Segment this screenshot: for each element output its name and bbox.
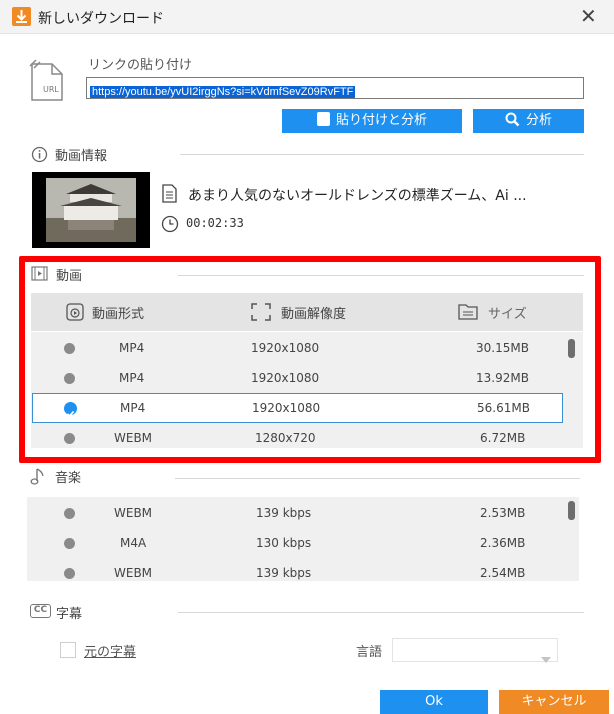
language-label: 言語 bbox=[356, 645, 383, 660]
cc-icon: CC bbox=[30, 604, 51, 618]
cell-size: 2.54MB bbox=[480, 566, 526, 580]
info-icon bbox=[31, 146, 48, 167]
chevron-down-icon bbox=[541, 648, 551, 667]
video-duration: 00:02:33 bbox=[186, 216, 244, 230]
video-thumbnail bbox=[32, 172, 150, 248]
table-row[interactable]: WEBM 139 kbps 2.53MB bbox=[27, 498, 562, 528]
cell-bitrate: 130 kbps bbox=[256, 536, 312, 550]
cell-bitrate: 139 kbps bbox=[256, 566, 312, 580]
subtitle-section-title: 字幕 bbox=[56, 607, 83, 622]
table-row[interactable]: WEBM 139 kbps 2.54MB bbox=[27, 558, 562, 588]
music-note-icon bbox=[30, 467, 46, 490]
audio-section-title: 音楽 bbox=[55, 471, 82, 486]
audio-scrollbar-thumb[interactable] bbox=[568, 501, 575, 520]
cancel-button[interactable]: キャンセル bbox=[499, 690, 609, 714]
divider bbox=[178, 612, 584, 613]
ok-button[interactable]: Ok bbox=[380, 690, 488, 714]
language-select[interactable] bbox=[392, 638, 558, 663]
radio-unselected[interactable] bbox=[64, 538, 75, 549]
original-subtitle-label[interactable]: 元の字幕 bbox=[84, 641, 136, 660]
url-input[interactable]: https://youtu.be/yvUI2irggNs?si=kVdmfSev… bbox=[86, 77, 584, 99]
analyze-button[interactable]: 分析 bbox=[473, 109, 584, 133]
document-icon bbox=[162, 184, 177, 207]
divider bbox=[180, 154, 584, 155]
url-icon-text: URL bbox=[43, 85, 59, 94]
paste-link-label: リンクの貼り付け bbox=[88, 58, 193, 73]
cell-size: 2.36MB bbox=[480, 536, 526, 550]
close-icon[interactable]: ✕ bbox=[580, 4, 597, 28]
cell-size: 2.53MB bbox=[480, 506, 526, 520]
search-icon bbox=[505, 112, 520, 136]
window-title: 新しいダウンロード bbox=[38, 11, 164, 27]
video-info-section-title: 動画情報 bbox=[55, 149, 108, 164]
divider bbox=[175, 478, 580, 479]
highlight-frame bbox=[19, 256, 601, 463]
url-file-icon bbox=[28, 56, 68, 104]
analyze-label: 分析 bbox=[525, 113, 552, 128]
cell-format: WEBM bbox=[114, 506, 153, 520]
cell-bitrate: 139 kbps bbox=[256, 506, 312, 520]
url-input-value: https://youtu.be/yvUI2irggNs?si=kVdmfSev… bbox=[90, 86, 356, 98]
cell-format: M4A bbox=[120, 536, 147, 550]
video-title: あまり人気のないオールドレンズの標準ズーム、Ai ... bbox=[188, 188, 527, 204]
cell-format: WEBM bbox=[114, 566, 153, 580]
table-row[interactable]: M4A 130 kbps 2.36MB bbox=[27, 528, 562, 558]
paste-and-analyze-label: 貼り付けと分析 bbox=[335, 113, 427, 128]
radio-unselected[interactable] bbox=[64, 568, 75, 579]
clipboard-icon bbox=[316, 112, 330, 126]
paste-and-analyze-button[interactable]: 貼り付けと分析 bbox=[282, 109, 462, 133]
cc-icon-text: CC bbox=[33, 605, 48, 615]
original-subtitle-checkbox[interactable] bbox=[60, 642, 76, 658]
radio-unselected[interactable] bbox=[64, 508, 75, 519]
app-download-icon bbox=[12, 7, 31, 26]
clock-icon bbox=[161, 215, 179, 237]
